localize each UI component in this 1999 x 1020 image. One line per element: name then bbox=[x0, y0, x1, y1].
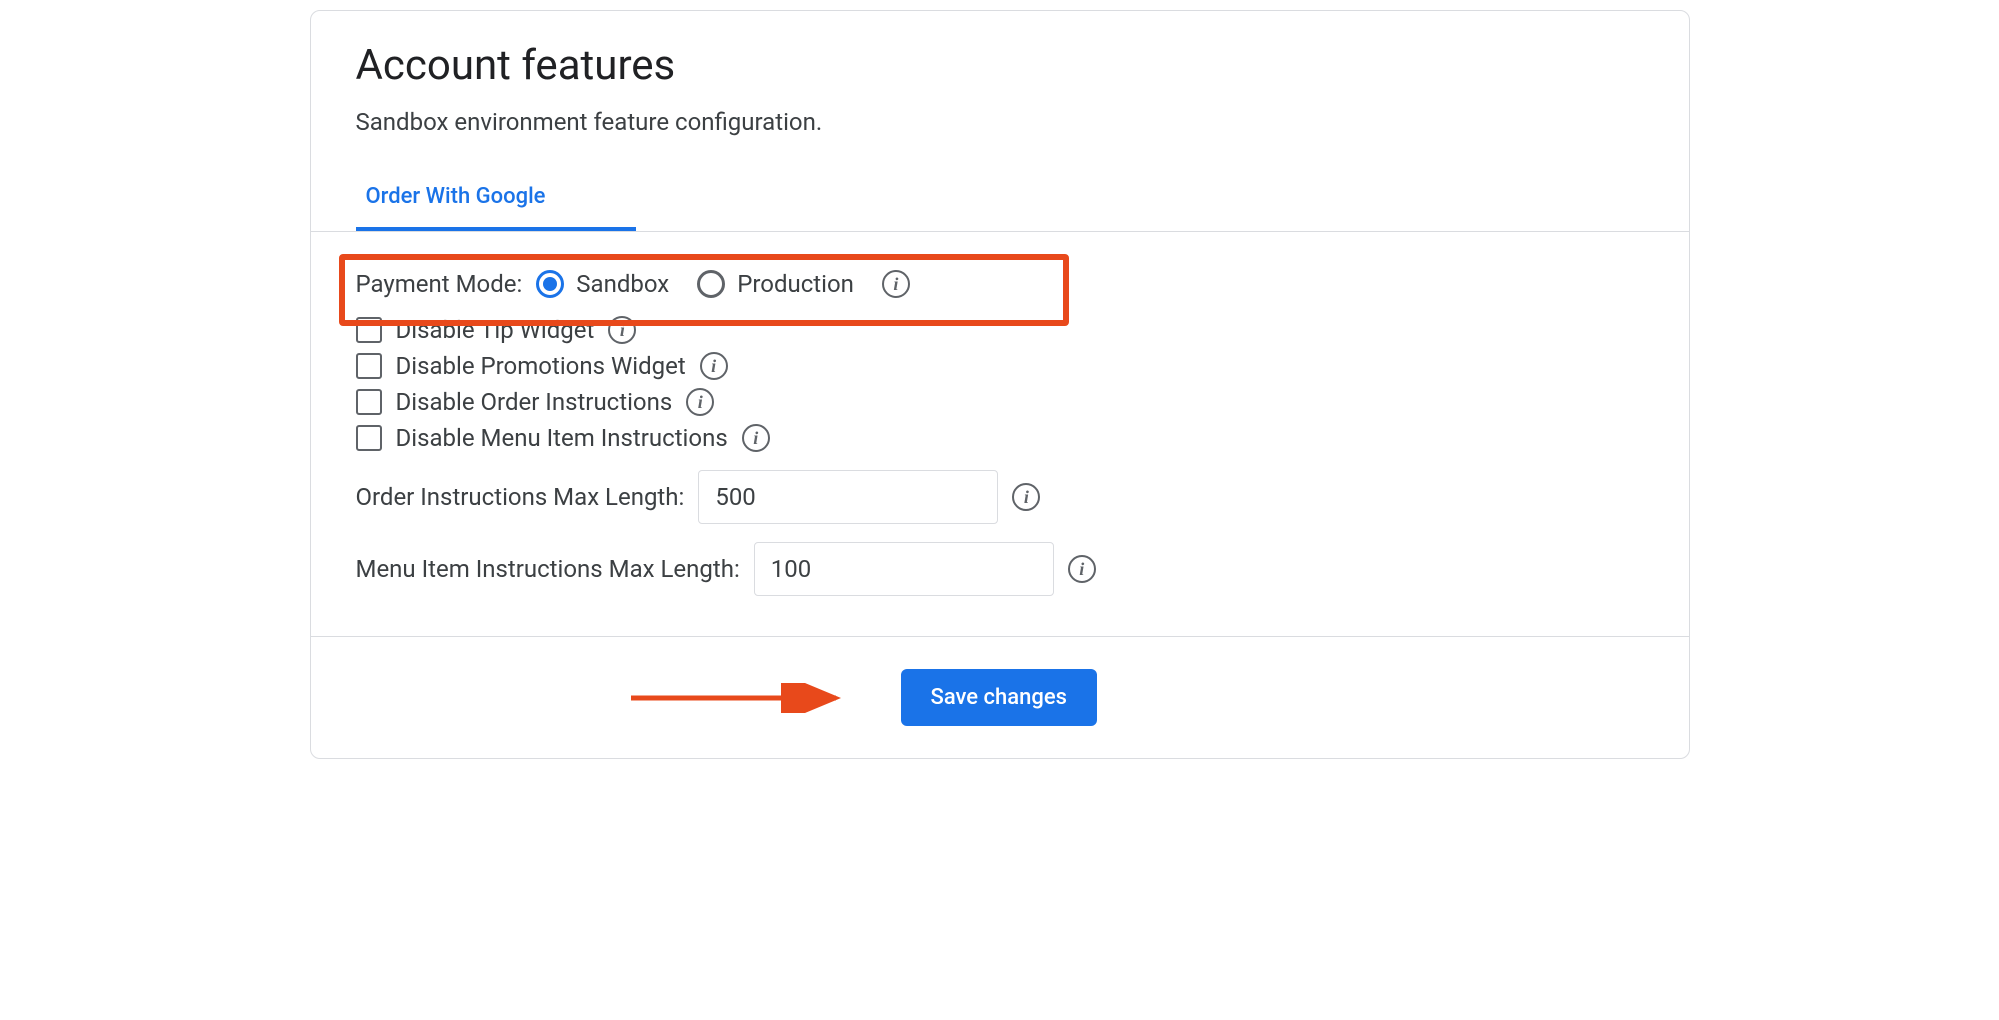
payment-mode-radio-group: Sandbox Production i bbox=[536, 270, 910, 298]
info-icon[interactable]: i bbox=[686, 388, 714, 416]
checkbox-disable-tip-label: Disable Tip Widget bbox=[396, 316, 595, 344]
checkbox-disable-promotions-label: Disable Promotions Widget bbox=[396, 352, 686, 380]
order-instructions-max-row: Order Instructions Max Length: i bbox=[356, 470, 1644, 524]
account-features-card: Account features Sandbox environment fea… bbox=[310, 10, 1690, 759]
checkbox-disable-menu-item-instructions-label: Disable Menu Item Instructions bbox=[396, 424, 728, 452]
radio-sandbox[interactable] bbox=[536, 270, 564, 298]
disable-menu-item-instructions-row: Disable Menu Item Instructions i bbox=[356, 424, 1644, 452]
info-icon[interactable]: i bbox=[700, 352, 728, 380]
checkbox-disable-tip[interactable] bbox=[356, 317, 382, 343]
payment-mode-label: Payment Mode: bbox=[356, 270, 523, 298]
order-instructions-max-label: Order Instructions Max Length: bbox=[356, 483, 685, 511]
card-header: Account features Sandbox environment fea… bbox=[311, 11, 1689, 136]
save-changes-button[interactable]: Save changes bbox=[901, 669, 1097, 726]
info-icon[interactable]: i bbox=[742, 424, 770, 452]
radio-production[interactable] bbox=[697, 270, 725, 298]
tabs-container: Order With Google bbox=[311, 166, 1689, 232]
content-area: Payment Mode: Sandbox Production i Disab… bbox=[311, 232, 1689, 636]
page-title: Account features bbox=[356, 41, 1644, 90]
info-icon[interactable]: i bbox=[882, 270, 910, 298]
page-subtitle: Sandbox environment feature configuratio… bbox=[356, 108, 1644, 136]
checkbox-disable-menu-item-instructions[interactable] bbox=[356, 425, 382, 451]
info-icon[interactable]: i bbox=[608, 316, 636, 344]
radio-sandbox-label: Sandbox bbox=[576, 270, 669, 298]
disable-order-instructions-row: Disable Order Instructions i bbox=[356, 388, 1644, 416]
payment-mode-row: Payment Mode: Sandbox Production i bbox=[356, 262, 1644, 298]
info-icon[interactable]: i bbox=[1012, 483, 1040, 511]
menu-item-instructions-max-label: Menu Item Instructions Max Length: bbox=[356, 555, 740, 583]
order-instructions-max-input[interactable] bbox=[698, 470, 998, 524]
disable-tip-row: Disable Tip Widget i bbox=[356, 316, 1644, 344]
annotation-arrow bbox=[631, 683, 851, 713]
radio-production-label: Production bbox=[737, 270, 854, 298]
checkbox-disable-order-instructions[interactable] bbox=[356, 389, 382, 415]
disable-promotions-row: Disable Promotions Widget i bbox=[356, 352, 1644, 380]
tab-order-with-google[interactable]: Order With Google bbox=[356, 166, 636, 231]
card-footer: Save changes bbox=[311, 636, 1689, 758]
menu-item-instructions-max-input[interactable] bbox=[754, 542, 1054, 596]
info-icon[interactable]: i bbox=[1068, 555, 1096, 583]
menu-item-instructions-max-row: Menu Item Instructions Max Length: i bbox=[356, 542, 1644, 596]
checkbox-disable-order-instructions-label: Disable Order Instructions bbox=[396, 388, 673, 416]
checkbox-disable-promotions[interactable] bbox=[356, 353, 382, 379]
